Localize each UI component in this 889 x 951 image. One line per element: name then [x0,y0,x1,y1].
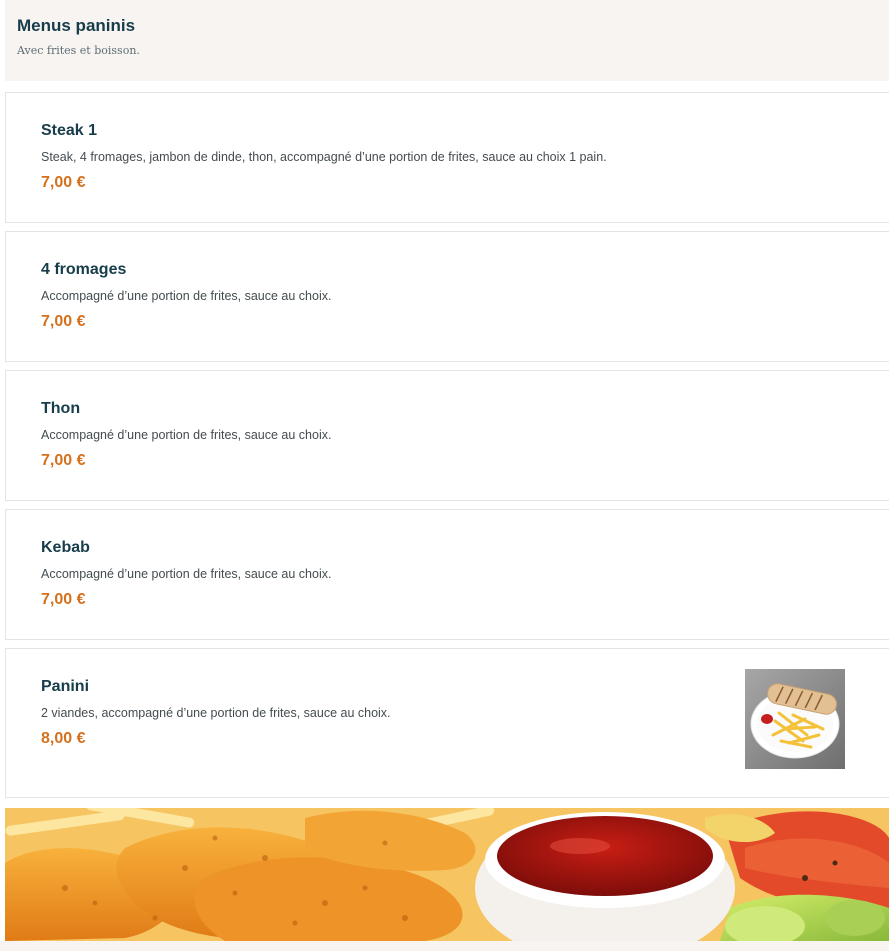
item-price: 7,00 € [41,313,86,330]
menu-section-header: Menus paninis Avec frites et boisson. [5,0,889,81]
section-title: Menus paninis [17,16,136,35]
item-description: Accompagné d’une portion de frites, sauc… [41,289,332,303]
menu-item-panini[interactable]: Panini 2 viandes, accompagné d’une porti… [5,648,889,798]
item-description: Accompagné d’une portion de frites, sauc… [41,428,332,442]
item-price: 8,00 € [41,730,86,747]
item-price: 7,00 € [41,174,86,191]
item-description: 2 viandes, accompagné d’une portion de f… [41,706,391,720]
item-name: 4 fromages [41,261,127,278]
footer-strip [0,941,889,951]
menu-item-steak[interactable]: Steak 1 Steak, 4 fromages, jambon de din… [5,92,889,223]
item-price: 7,00 € [41,591,86,608]
section-subtitle: Avec frites et boisson. [17,44,140,57]
item-name: Kebab [41,539,90,556]
menu-item-4-fromages[interactable]: 4 fromages Accompagné d’une portion de f… [5,231,889,362]
item-name: Panini [41,678,90,695]
panini-plate-image [745,669,845,769]
menu-item-kebab[interactable]: Kebab Accompagné d’une portion de frites… [5,509,889,640]
item-name: Thon [41,400,81,417]
item-name: Steak 1 [41,122,98,139]
menu-item-thon[interactable]: Thon Accompagné d’une portion de frites,… [5,370,889,501]
item-description: Accompagné d’une portion de frites, sauc… [41,567,332,581]
item-price: 7,00 € [41,452,86,469]
item-description: Steak, 4 fromages, jambon de dinde, thon… [41,150,607,164]
panini-photo[interactable] [745,669,845,769]
food-banner-image [5,808,889,941]
fried-chicken-ketchup-image [5,808,889,941]
